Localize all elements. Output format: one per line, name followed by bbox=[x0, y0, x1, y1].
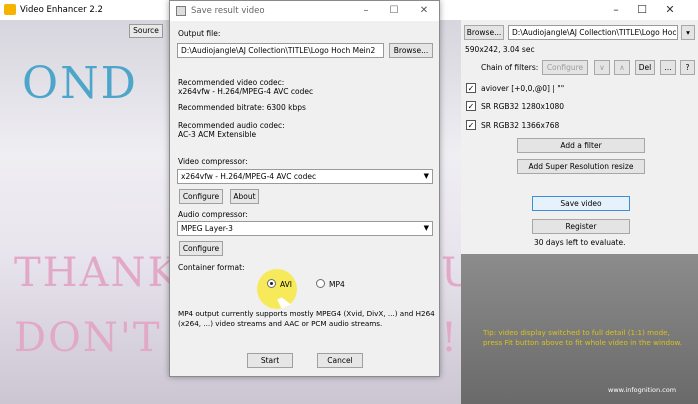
cancel-button[interactable]: Cancel bbox=[317, 353, 363, 368]
dialog-maximize-icon[interactable]: ☐ bbox=[382, 3, 406, 18]
filter-label-1: aviover [+0,0,@0] | "" bbox=[481, 84, 565, 93]
filter-checkbox-3[interactable]: ✓ bbox=[466, 120, 476, 130]
video-compressor-label: Video compressor: bbox=[178, 157, 248, 166]
save-video-button[interactable]: Save video bbox=[532, 196, 630, 211]
audio-configure-button[interactable]: Configure bbox=[179, 241, 223, 256]
save-dialog: Save result video – ☐ ✕ Output file: D:\… bbox=[169, 0, 440, 377]
filter-checkbox-1[interactable]: ✓ bbox=[466, 83, 476, 93]
filter-label-2: SR RGB32 1280x1080 bbox=[481, 102, 565, 111]
app-title: Video Enhancer 2.2 bbox=[20, 5, 103, 15]
recommended-audio-value: AC-3 ACM Extensible bbox=[178, 130, 257, 139]
video-text-right2: ! bbox=[441, 315, 460, 361]
audio-compressor-value: MPEG Layer-3 bbox=[181, 224, 233, 233]
move-up-button[interactable]: ∧ bbox=[614, 60, 630, 75]
video-text-top: OND bbox=[22, 58, 138, 109]
container-info-text: MP4 output currently supports mostly MPE… bbox=[178, 309, 435, 328]
dialog-app-icon bbox=[176, 6, 186, 16]
dialog-minimize-icon[interactable]: – bbox=[354, 3, 378, 18]
minimize-icon[interactable]: – bbox=[604, 2, 628, 17]
maximize-icon[interactable]: ☐ bbox=[630, 2, 654, 17]
recommended-codec-label: Recommended video codec: bbox=[178, 78, 285, 87]
output-file-field[interactable]: D:\Audiojangle\AJ Collection\TITLE\Logo … bbox=[177, 43, 384, 58]
add-filter-button[interactable]: Add a filter bbox=[517, 138, 645, 153]
app-icon bbox=[4, 4, 16, 15]
video-text-line2: DON'T bbox=[14, 315, 162, 361]
avi-radio[interactable] bbox=[267, 279, 276, 288]
move-down-button[interactable]: ∨ bbox=[594, 60, 610, 75]
panel-menu-icon[interactable]: ▾ bbox=[681, 25, 695, 40]
mp4-radio[interactable] bbox=[316, 279, 325, 288]
mp4-label: MP4 bbox=[329, 280, 345, 289]
filter-label-3: SR RGB32 1366x768 bbox=[481, 121, 560, 130]
avi-label: AVI bbox=[280, 280, 292, 289]
source-path-field[interactable]: D:\Audiojangle\AJ Collection\TITLE\Logo … bbox=[508, 25, 678, 40]
video-text-right1: U bbox=[441, 250, 461, 296]
trial-text: 30 days left to evaluate. bbox=[534, 238, 626, 247]
chevron-down-icon: ▼ bbox=[423, 224, 429, 232]
recommended-codec-value: x264vfw - H.264/MPEG-4 AVC codec bbox=[178, 87, 314, 96]
output-file-label: Output file: bbox=[178, 29, 221, 38]
container-format-label: Container format: bbox=[178, 263, 245, 272]
start-button[interactable]: Start bbox=[247, 353, 293, 368]
delete-filter-button[interactable]: Del bbox=[635, 60, 655, 75]
audio-compressor-select[interactable]: MPEG Layer-3 ▼ bbox=[177, 221, 433, 236]
video-compressor-select[interactable]: x264vfw - H.264/MPEG-4 AVC codec ▼ bbox=[177, 169, 433, 184]
configure-filter-button[interactable]: Configure bbox=[542, 60, 588, 75]
source-button[interactable]: Source bbox=[129, 24, 163, 38]
video-text-line1: THANK bbox=[14, 250, 180, 296]
video-compressor-value: x264vfw - H.264/MPEG-4 AVC codec bbox=[181, 172, 317, 181]
recommended-audio-label: Recommended audio codec: bbox=[178, 121, 285, 130]
help-button[interactable]: ? bbox=[680, 60, 695, 75]
chain-label: Chain of filters: bbox=[481, 63, 539, 72]
browse-source-button[interactable]: Browse... bbox=[464, 25, 504, 40]
close-icon[interactable]: ✕ bbox=[658, 2, 682, 17]
filter-checkbox-2[interactable]: ✓ bbox=[466, 101, 476, 111]
more-button[interactable]: ... bbox=[660, 60, 676, 75]
watermark-text: www.infognition.com bbox=[608, 386, 677, 394]
recommended-bitrate: Recommended bitrate: 6300 kbps bbox=[178, 103, 306, 112]
video-about-button[interactable]: About bbox=[230, 189, 259, 204]
dialog-titlebar: Save result video – ☐ ✕ bbox=[170, 1, 439, 21]
audio-compressor-label: Audio compressor: bbox=[178, 210, 248, 219]
click-highlight bbox=[257, 269, 297, 309]
dialog-close-icon[interactable]: ✕ bbox=[412, 3, 436, 18]
add-super-resolution-button[interactable]: Add Super Resolution resize bbox=[517, 159, 645, 174]
tip-text: Tip: video display switched to full deta… bbox=[483, 328, 682, 347]
chevron-down-icon: ▼ bbox=[423, 172, 429, 180]
register-button[interactable]: Register bbox=[532, 219, 630, 234]
output-browse-button[interactable]: Browse... bbox=[389, 43, 433, 58]
dialog-title: Save result video bbox=[191, 6, 265, 16]
video-configure-button[interactable]: Configure bbox=[179, 189, 223, 204]
resolution-info: 590x242, 3.04 sec bbox=[465, 45, 535, 54]
